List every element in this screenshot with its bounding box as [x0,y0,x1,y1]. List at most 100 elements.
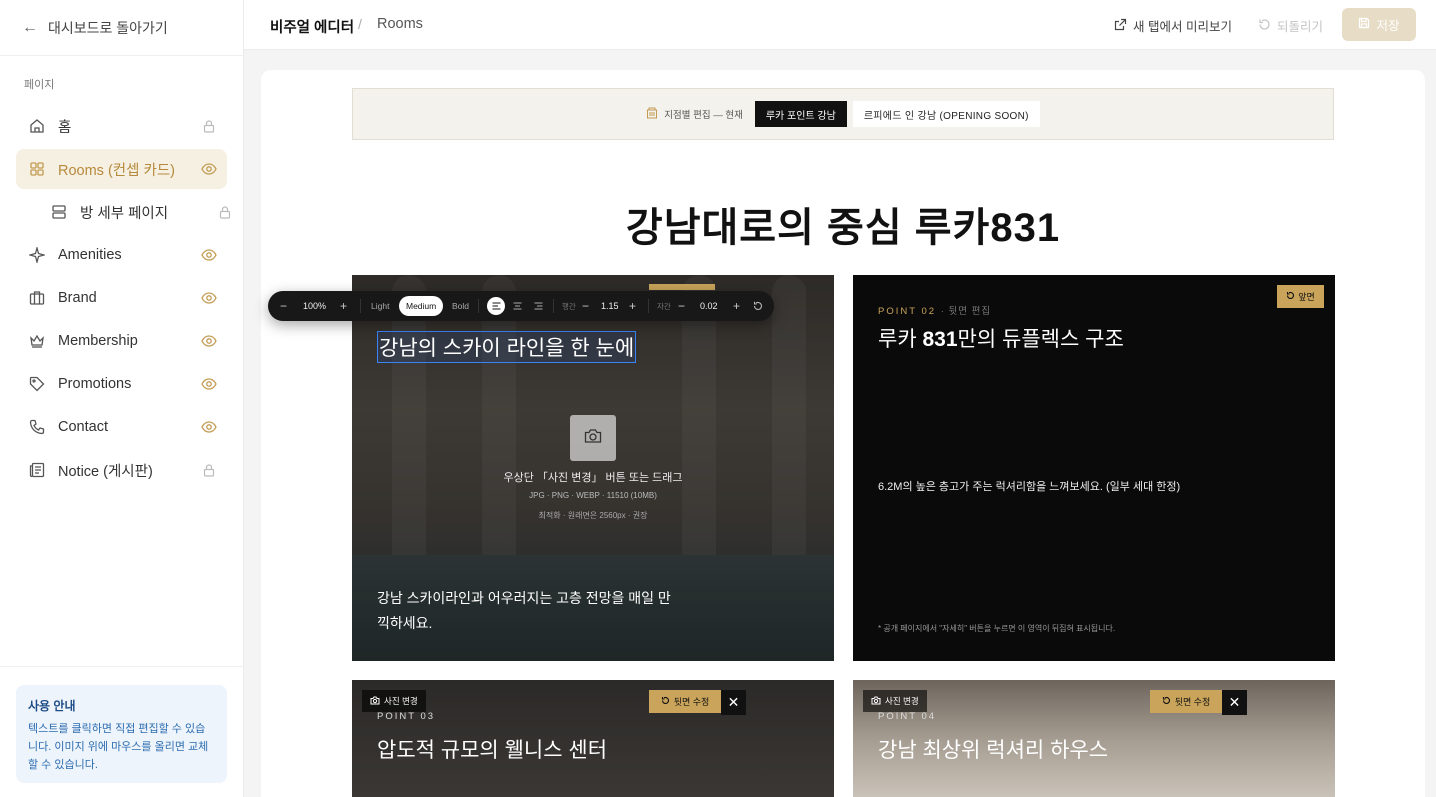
zoom-in-button[interactable]: + [340,291,347,321]
card-title-editing[interactable]: 강남의 스카이 라인을 한 눈에 [377,331,637,363]
reset-icon[interactable] [753,291,763,321]
lock-icon [201,118,217,134]
align-right-icon[interactable] [534,291,543,321]
sidebar-item-membership[interactable]: Membership [16,321,227,361]
sidebar-item-promotions[interactable]: Promotions [16,364,227,404]
sidebar-item-label: Contact [58,419,108,435]
concept-card-2-back[interactable]: POINT 02 · 뒷면 편집 루카 831만의 듀플렉스 구조 6.2M의 … [853,275,1335,661]
line-height-decrease[interactable]: − [582,291,589,321]
tag-icon [28,375,46,393]
concept-card-4[interactable]: 사진 변경 POINT 04 강남 최상위 럭셔리 하우스 뒷면 수정 ✕ [853,680,1335,797]
edit-back-button[interactable]: 뒷면 수정 [649,690,721,713]
card-title[interactable]: 압도적 규모의 웰니스 센터 [377,734,607,764]
preview-label: 새 탭에서 미리보기 [1133,20,1232,34]
card-point-label: POINT 04 [878,711,937,722]
flip-note: * 공개 페이지에서 "자세히" 버튼을 누르면 이 영역이 뒤집혀 표시됩니다… [878,624,1116,633]
undo-button[interactable]: 되돌리기 [1258,16,1323,35]
sidebar-item-label: Amenities [58,247,122,263]
title-bold: 831 [922,328,958,351]
save-button[interactable]: 저장 [1342,8,1416,41]
branch-tab-luca-point[interactable]: 루카 포인트 강남 [754,101,847,127]
sidebar-item-amenities[interactable]: Amenities [16,235,227,275]
sidebar-item-contact[interactable]: Contact [16,407,227,447]
edit-back-button[interactable]: 뒷면 수정 [1150,690,1222,713]
toolbar-divider [553,299,554,313]
breadcrumb-separator: / [358,16,362,32]
weight-light-button[interactable]: Light [371,291,389,321]
guide-title: 사용 안내 [28,699,76,713]
undo-label: 되돌리기 [1277,20,1324,34]
hidden-badge [649,284,715,290]
arrow-left-icon: ← [22,18,38,36]
undo-icon [1258,18,1271,34]
line-height-label: 행간 [562,301,576,311]
camera-icon [584,428,602,449]
change-photo-label: 사진 변경 [384,696,418,706]
eye-icon[interactable] [201,247,217,263]
concept-card-3[interactable]: 사진 변경 POINT 03 압도적 규모의 웰니스 센터 뒷면 수정 ✕ [352,680,834,797]
lock-icon [201,462,217,478]
breadcrumb-app: 비주얼 에디터 [270,20,355,36]
sidebar-item-label: Membership [58,333,138,349]
change-photo-button[interactable]: 사진 변경 [863,690,927,712]
save-icon [1358,17,1370,32]
weight-bold-button[interactable]: Bold [452,291,469,321]
breadcrumb-page: Rooms [377,16,423,32]
change-photo-label: 사진 변경 [885,696,919,706]
toolbar-divider [648,299,649,313]
camera-icon [871,696,881,707]
card-description[interactable]: 강남 스카이라인과 어우러지는 고층 전망을 매일 만끽하세요. [377,586,677,636]
line-height-value: 1.15 [601,301,619,311]
preview-new-tab-button[interactable]: 새 탭에서 미리보기 [1114,16,1232,35]
line-height-increase[interactable]: + [629,291,636,321]
sidebar-item-room-detail[interactable]: 방 세부 페이지 [16,192,231,232]
card-title[interactable]: 강남 최상위 럭셔리 하우스 [878,734,1108,764]
sidebar-item-home[interactable]: 홈 [16,106,227,146]
sidebar-item-rooms[interactable]: Rooms (컨셉 카드) [16,149,227,189]
align-center-icon[interactable] [513,291,522,321]
back-to-dashboard-link[interactable]: ← 대시보드로 돌아가기 [0,0,243,56]
upload-hint: 우상단 「사진 변경」 버튼 또는 드래그 [503,472,683,484]
rotate-icon [1162,696,1171,707]
sidebar-item-label: Rooms (컨셉 카드) [58,162,176,179]
sidebar-item-label: 방 세부 페이지 [80,205,169,222]
newspaper-icon [28,461,46,479]
card-description[interactable]: 6.2M의 높은 층고가 주는 럭셔리함을 느껴보세요. (일부 세대 한정) [878,478,1180,494]
weight-medium-button[interactable]: Medium [399,296,444,316]
camera-upload-button[interactable] [570,415,616,461]
home-icon [28,117,46,135]
branch-selector: 지점별 편집 — 현재 루카 포인트 강남 르피에드 인 강남 (OPENING… [352,88,1334,140]
card-title[interactable]: 루카 831만의 듀플렉스 구조 [878,323,1124,353]
eye-icon[interactable] [201,333,217,349]
front-side-button[interactable]: 앞면 [1277,285,1324,308]
card-point-label: POINT 02 · 뒷면 편집 [878,303,991,317]
briefcase-icon [28,289,46,307]
sidebar: ← 대시보드로 돌아가기 페이지 홈 Rooms (컨셉 카드) 방 세부 페이… [0,0,244,797]
align-left-icon[interactable] [487,297,505,315]
page-headline[interactable]: 강남대로의 중심 루카831 [261,195,1425,253]
change-photo-button[interactable]: 사진 변경 [362,690,426,712]
headline-bold: 831 [990,206,1061,250]
sidebar-item-label: Notice (게시판) [58,463,153,480]
branch-tab-lepied[interactable]: 르피에드 인 강남 (OPENING SOON) [852,101,1040,127]
eye-icon[interactable] [201,290,217,306]
sidebar-item-notice[interactable]: Notice (게시판) [16,450,227,490]
eye-icon[interactable] [201,376,217,392]
letter-spacing-label: 자간 [657,301,671,311]
letter-spacing-decrease[interactable]: − [678,291,685,321]
usage-guide: 사용 안내 텍스트를 클릭하면 직접 편집할 수 있습니다. 이미지 위에 마우… [16,685,227,783]
sidebar-item-label: 홈 [58,119,72,136]
editor-canvas: 지점별 편집 — 현재 루카 포인트 강남 르피에드 인 강남 (OPENING… [261,70,1425,797]
zoom-out-button[interactable]: − [280,291,287,321]
rotate-icon [1286,291,1295,302]
eye-icon[interactable] [201,419,217,435]
edit-back-label: 뒷면 수정 [1174,697,1211,707]
letter-spacing-value: 0.02 [700,301,718,311]
eye-icon[interactable] [201,161,217,177]
close-icon[interactable]: ✕ [1222,690,1247,715]
sidebar-item-brand[interactable]: Brand [16,278,227,318]
letter-spacing-increase[interactable]: + [733,291,740,321]
concept-card-1[interactable]: 강남의 스카이 라인을 한 눈에 우상단 「사진 변경」 버튼 또는 드래그 J… [352,275,834,661]
close-icon[interactable]: ✕ [721,690,746,715]
page-nav: 홈 Rooms (컨셉 카드) 방 세부 페이지 Amenities Brand… [0,100,243,490]
